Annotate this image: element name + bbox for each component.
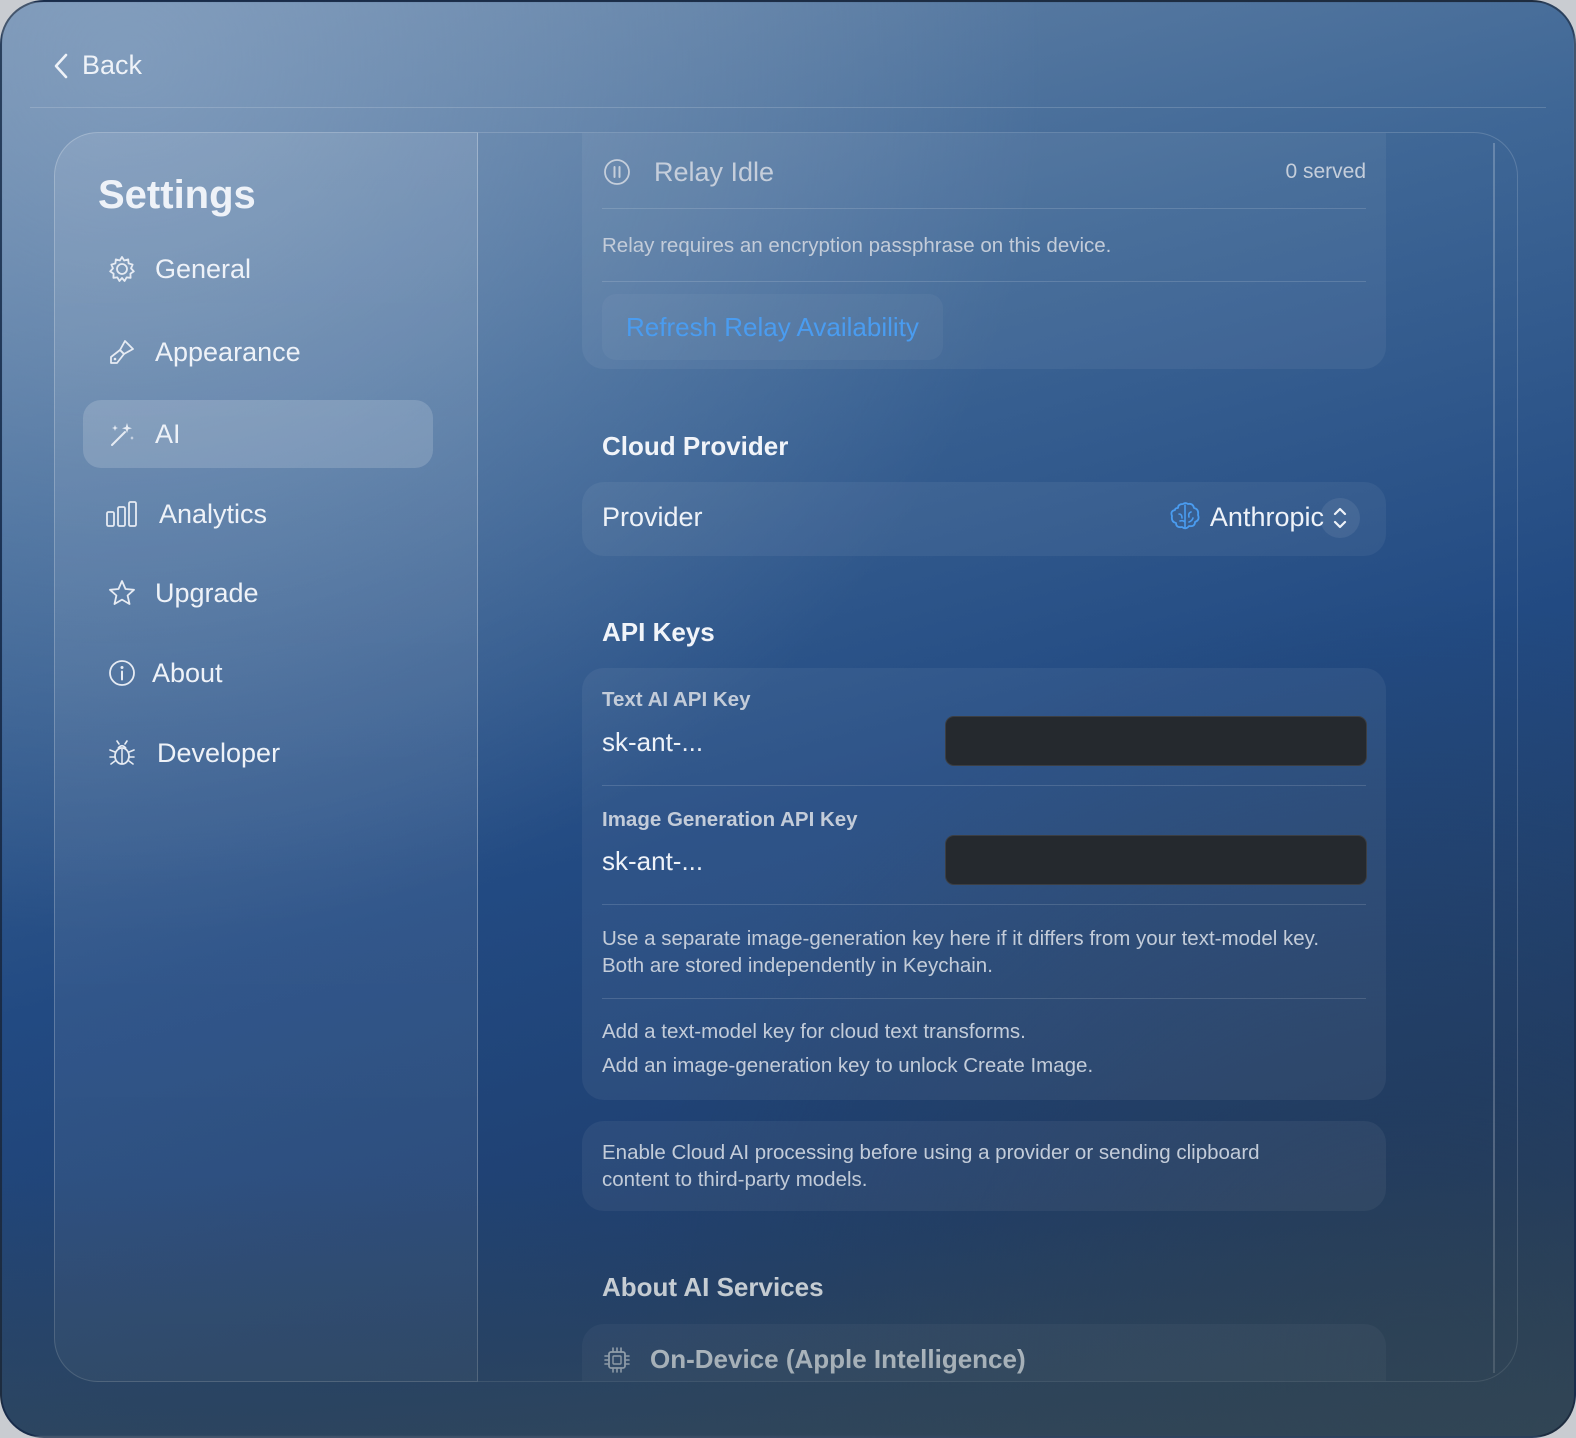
on-device-title: On-Device (Apple Intelligence) <box>650 1344 1026 1374</box>
star-icon <box>105 576 139 610</box>
cloud-provider-heading: Cloud Provider <box>602 431 789 461</box>
sidebar-item-analytics[interactable]: Analytics <box>83 480 433 548</box>
divider <box>602 785 1366 786</box>
separate-key-note: Use a separate image-generation key here… <box>602 927 1320 977</box>
sidebar-item-upgrade[interactable]: Upgrade <box>83 559 433 627</box>
text-key-value: sk-ant-... <box>602 727 704 757</box>
provider-stepper[interactable] <box>1320 498 1360 538</box>
sidebar-item-label: Developer <box>157 737 281 768</box>
add-image-key-note: Add an image-generation key to unlock Cr… <box>602 1054 1094 1077</box>
provider-card: Provider Anthropic <box>582 482 1386 556</box>
relay-served-count: 0 served <box>1285 160 1366 183</box>
image-key-value: sk-ant-... <box>602 846 704 876</box>
gear-icon <box>105 252 139 286</box>
sidebar-item-ai[interactable]: AI <box>83 400 433 468</box>
provider-value: Anthropic <box>1209 501 1324 532</box>
bar-chart-icon <box>105 497 139 531</box>
text-key-input[interactable] <box>945 716 1367 766</box>
chip-icon <box>604 1346 630 1373</box>
sidebar-item-label: About <box>152 657 223 688</box>
add-text-key-note: Add a text-model key for cloud text tran… <box>602 1020 1026 1043</box>
top-bar: Back <box>30 2 1546 108</box>
settings-content[interactable]: Relay Idle 0 served Relay requires an en… <box>478 132 1518 1382</box>
sidebar-item-label: Upgrade <box>155 577 259 608</box>
on-device-row: On-Device (Apple Intelligence) <box>602 1344 1026 1375</box>
divider <box>602 281 1366 282</box>
cloud-notice-card: Enable Cloud AI processing before using … <box>582 1121 1386 1211</box>
back-button[interactable]: Back <box>52 50 142 81</box>
sidebar-item-developer[interactable]: Developer <box>83 719 433 787</box>
sidebar-item-label: AI <box>155 418 181 449</box>
pause-circle-icon <box>604 159 630 185</box>
refresh-relay-button[interactable]: Refresh Relay Availability <box>602 294 943 360</box>
sidebar-title: Settings <box>98 173 256 217</box>
info-icon <box>105 656 139 690</box>
relay-status-row: Relay Idle 0 served <box>602 147 1366 197</box>
sidebar-item-label: Appearance <box>155 336 301 367</box>
relay-passphrase-note: Relay requires an encryption passphrase … <box>602 234 1112 257</box>
image-key-label: Image Generation API Key <box>602 808 858 831</box>
sidebar-item-label: General <box>155 253 252 284</box>
divider <box>602 904 1366 905</box>
sidebar-item-label: Analytics <box>159 498 268 529</box>
cloud-notice-text: Enable Cloud AI processing before using … <box>602 1141 1260 1191</box>
text-key-label: Text AI API Key <box>602 688 751 711</box>
api-keys-heading: API Keys <box>602 617 715 647</box>
provider-label: Provider <box>602 502 703 532</box>
relay-status: Relay Idle <box>654 156 775 187</box>
api-keys-card: Text AI API Key sk-ant-... Image Generat… <box>582 668 1386 1100</box>
sidebar: Settings General Appearance AI Analytics <box>54 132 478 1382</box>
about-ai-services-heading: About AI Services <box>602 1272 824 1302</box>
relay-card: Relay Idle 0 served Relay requires an en… <box>582 133 1386 369</box>
chevron-up-down-icon <box>1333 507 1347 529</box>
bug-icon <box>105 736 139 770</box>
chevron-left-icon <box>54 53 68 78</box>
sidebar-item-about[interactable]: About <box>83 639 433 707</box>
sidebar-item-general[interactable]: General <box>83 235 433 303</box>
provider-select[interactable]: Anthropic <box>1168 500 1324 534</box>
image-key-input[interactable] <box>945 835 1367 885</box>
about-services-card: On-Device (Apple Intelligence) <box>582 1324 1386 1381</box>
scroll-track[interactable] <box>1493 143 1495 1373</box>
settings-window: Back Settings General Appearance AI Anal… <box>0 0 1576 1438</box>
paintbrush-icon <box>105 335 139 369</box>
brain-icon <box>1170 502 1200 530</box>
divider <box>602 208 1366 209</box>
back-label: Back <box>82 50 143 80</box>
magic-wand-icon <box>105 417 139 451</box>
divider <box>602 998 1366 999</box>
sidebar-item-appearance[interactable]: Appearance <box>83 318 433 386</box>
